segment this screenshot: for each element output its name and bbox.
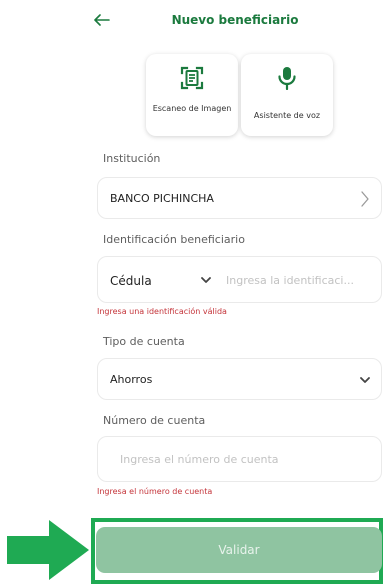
identification-field: Cédula Ingresa la identificaci... — [97, 256, 382, 303]
pointer-arrow-icon — [7, 520, 89, 580]
institution-label: Institución — [103, 152, 161, 165]
account-number-label: Número de cuenta — [103, 414, 206, 427]
arrow-left-icon — [94, 14, 110, 26]
page-title: Nuevo beneficiario — [171, 13, 299, 27]
identification-input[interactable]: Ingresa la identificaci... — [226, 274, 376, 287]
institution-value: BANCO PICHINCHA — [110, 192, 214, 205]
institution-selector[interactable]: BANCO PICHINCHA — [97, 177, 382, 219]
account-type-dropdown[interactable]: Ahorros — [97, 358, 382, 400]
validar-button[interactable]: Validar — [96, 527, 382, 573]
image-scan-button[interactable]: Escaneo de Imagen — [146, 54, 238, 136]
chevron-down-icon — [201, 277, 211, 283]
account-number-error: Ingresa el número de cuenta — [97, 487, 213, 496]
chevron-down-icon — [360, 377, 370, 383]
voice-assistant-button[interactable]: Asistente de voz — [241, 54, 333, 136]
chevron-right-icon — [361, 191, 369, 207]
image-scan-label: Escaneo de Imagen — [152, 104, 232, 113]
app-header: Nuevo beneficiario — [0, 0, 383, 40]
account-type-label: Tipo de cuenta — [103, 335, 185, 348]
account-number-placeholder: Ingresa el número de cuenta — [120, 453, 279, 466]
id-type-dropdown[interactable]: Cédula — [98, 257, 218, 302]
id-type-value: Cédula — [110, 274, 152, 288]
back-button[interactable] — [92, 10, 112, 30]
voice-assistant-label: Asistente de voz — [253, 111, 321, 120]
identification-error: Ingresa una identificación válida — [97, 307, 227, 316]
identification-label: Identificación beneficiario — [103, 233, 245, 246]
account-type-value: Ahorros — [110, 373, 153, 386]
microphone-icon — [278, 67, 296, 90]
account-number-input[interactable]: Ingresa el número de cuenta — [97, 436, 382, 482]
document-scan-icon — [180, 66, 204, 90]
